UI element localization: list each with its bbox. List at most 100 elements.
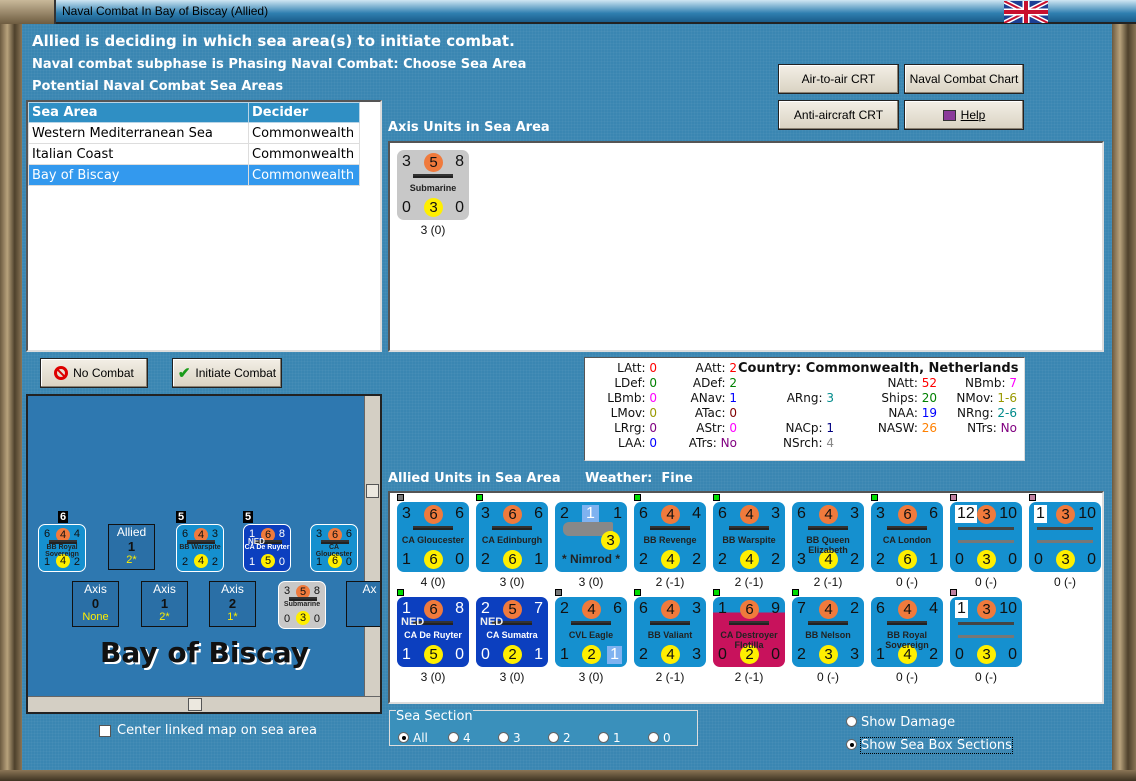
stat-tl: 6 [639,505,648,522]
sea-section-radio-1[interactable]: 1 [598,727,621,746]
unit-counter[interactable]: 1 8 1 0 6 5 CA De Ruyter NED [397,597,469,667]
unit-counter[interactable]: 6 3 2 3 4 4 BB Valiant [634,597,706,667]
stat-br: 1 [929,551,938,568]
stat-key: NRng: [956,406,994,420]
naval-combat-chart-button[interactable]: Naval Combat Chart [904,64,1024,94]
sea-area-map[interactable]: Bay of Biscay 6 4 1 2 4 4 BB Royal Sovereign 6 3… [26,394,382,714]
column-header-sea-area[interactable]: Sea Area [28,102,249,123]
map-horizontal-scrollbar[interactable] [28,696,380,712]
sea-section-radio-3[interactable]: 3 [498,727,521,746]
stat-bottom: 5 [261,554,275,568]
unit-counter[interactable]: 2 7 0 1 5 2 CA Sumatra NED [476,597,548,667]
sea-section-radio-all[interactable]: All [398,727,428,746]
map-vertical-scrollbar[interactable] [364,396,380,700]
unit-counter[interactable]: 1 8 1 0 6 5 CA De Ruyter NED [243,524,291,572]
unit-counter[interactable]: 2 1 1 3 * Nimrod * [555,502,627,572]
stat-value: 0 [649,391,657,405]
column-header-decider[interactable]: Decider [248,102,360,123]
stat-value: 20 [921,391,937,405]
sea-area-list[interactable]: Sea Area Decider Western Mediterranean Se… [26,100,382,352]
stat-key: NBmb: [964,376,1006,390]
stat-atrs: ATrs: No [665,436,737,450]
unit-name: Submarine [409,183,457,193]
stat-br: 1 [534,551,543,568]
table-row[interactable]: Italian Coast Commonwealth [28,143,360,165]
sea-box-section[interactable]: Axis 1 2* [141,581,188,627]
unit-name: BB Warspite [179,544,221,551]
stat-tl: 6 [639,600,648,617]
sea-section-radio-0[interactable]: 0 [648,727,671,746]
stat-bl: 2 [481,551,490,568]
unit-strength-label: 3 (0) [499,575,525,589]
unit-counter[interactable]: 3 8 0 0 5 3 Submarine [278,581,326,629]
sea-box-section[interactable]: Allied 1 2* [108,524,155,570]
unit-counter[interactable]: 3 6 1 0 6 6 CA Gloucester [397,502,469,572]
stat-key: ATac: [694,406,726,420]
unit-counter[interactable]: 3 6 2 1 6 6 CA London [871,502,943,572]
initiate-combat-button[interactable]: ✔ Initiate Combat [172,358,282,388]
radio-button[interactable] [548,732,559,743]
stat-adef: ADef: 2 [665,376,737,390]
stat-br: 0 [455,551,464,568]
unit-counter[interactable]: 12 10 0 0 3 3 [950,502,1022,572]
unit-counter[interactable]: 1 9 0 0 6 2 CA Destroyer Flotilla [713,597,785,667]
no-combat-button[interactable]: No Combat [40,358,148,388]
stat-tl: 6 [182,528,189,540]
sea-section-radio-2[interactable]: 2 [548,727,571,746]
unit-counter[interactable]: 2 6 1 1 4 2 CVL Eagle [555,597,627,667]
sea-section-radio-4[interactable]: 4 [448,727,471,746]
horizontal-scroll-thumb[interactable] [188,698,202,711]
radio-button[interactable] [846,739,857,750]
unit-counter[interactable]: 3 8 0 0 5 3 Submarine [397,150,469,220]
radio-button[interactable] [498,732,509,743]
checkbox-box[interactable] [99,724,111,737]
unit-counter[interactable]: 3 6 2 1 6 6 CA Edinburgh [476,502,548,572]
vertical-scroll-thumb[interactable] [366,484,379,498]
sea-box-number: 2 [228,596,237,611]
anti-aircraft-crt-button[interactable]: Anti-aircraft CRT [778,100,899,130]
stat-top: 4 [661,505,680,524]
view-option-radio[interactable]: Show Damage [846,711,1012,730]
stat-lmov: LMov: 0 [585,406,657,420]
unit-counter[interactable]: 7 2 2 3 4 3 BB Nelson [792,597,864,667]
stat-bottom: 6 [503,550,522,569]
unit-counter[interactable]: 6 3 2 2 4 4 BB Warspite [713,502,785,572]
unit-counter[interactable]: 3 6 1 0 6 6 CA Gloucester [310,524,358,572]
help-button[interactable]: Help [904,100,1024,130]
unit-counter[interactable]: 1 10 0 0 3 3 [950,597,1022,667]
unit-counter[interactable]: 6 3 2 2 4 4 BB Warspite [176,524,224,572]
stat-value: 2 [729,361,737,375]
radio-button[interactable] [398,732,409,743]
table-row[interactable]: Western Mediterranean Sea Commonwealth [28,122,360,144]
sea-box-section[interactable]: Axis 0 None [72,581,119,627]
stat-bottom: 5 [424,645,443,664]
radio-button[interactable] [448,732,459,743]
center-map-checkbox[interactable]: Center linked map on sea area [99,723,317,738]
decider-cell: Commonwealth [248,164,360,186]
radio-button[interactable] [648,732,659,743]
radio-button[interactable] [846,716,857,727]
allied-units-heading: Allied Units in Sea Area [388,471,561,486]
stat-tr: 6 [613,600,622,617]
stat-bottom: 3 [424,198,443,217]
stat-tr: 10 [1078,505,1096,522]
unit-counter[interactable]: 6 3 3 2 4 4 BB Queen Elizabeth [792,502,864,572]
stat-natt: NAtt: 52 [865,376,937,390]
unit-counter[interactable]: 6 4 1 2 4 4 BB Royal Sovereign [38,524,86,572]
sea-box-section[interactable]: Axis 2 1* [209,581,256,627]
table-row-selected[interactable]: Bay of Biscay Commonwealth [28,164,360,186]
air-to-air-crt-button[interactable]: Air-to-air CRT [778,64,899,94]
system-menu-button[interactable] [0,0,56,24]
stat-key: LAtt: [617,361,646,375]
status-marker-icon [555,589,562,596]
unit-counter[interactable]: 1 10 0 0 3 3 [1029,502,1101,572]
stat-br: 0 [455,646,464,663]
radio-button[interactable] [598,732,609,743]
status-marker-icon [713,589,720,596]
unit-counter[interactable]: 6 4 1 2 4 4 BB Royal Sovereign [871,597,943,667]
sea-box-title: Allied [116,525,147,539]
sea-box-section[interactable]: Ax [346,581,380,627]
sea-box-number: 1 [127,539,136,554]
view-option-radio[interactable]: Show Sea Box Sections [846,734,1013,754]
unit-counter[interactable]: 6 4 2 2 4 4 BB Revenge [634,502,706,572]
